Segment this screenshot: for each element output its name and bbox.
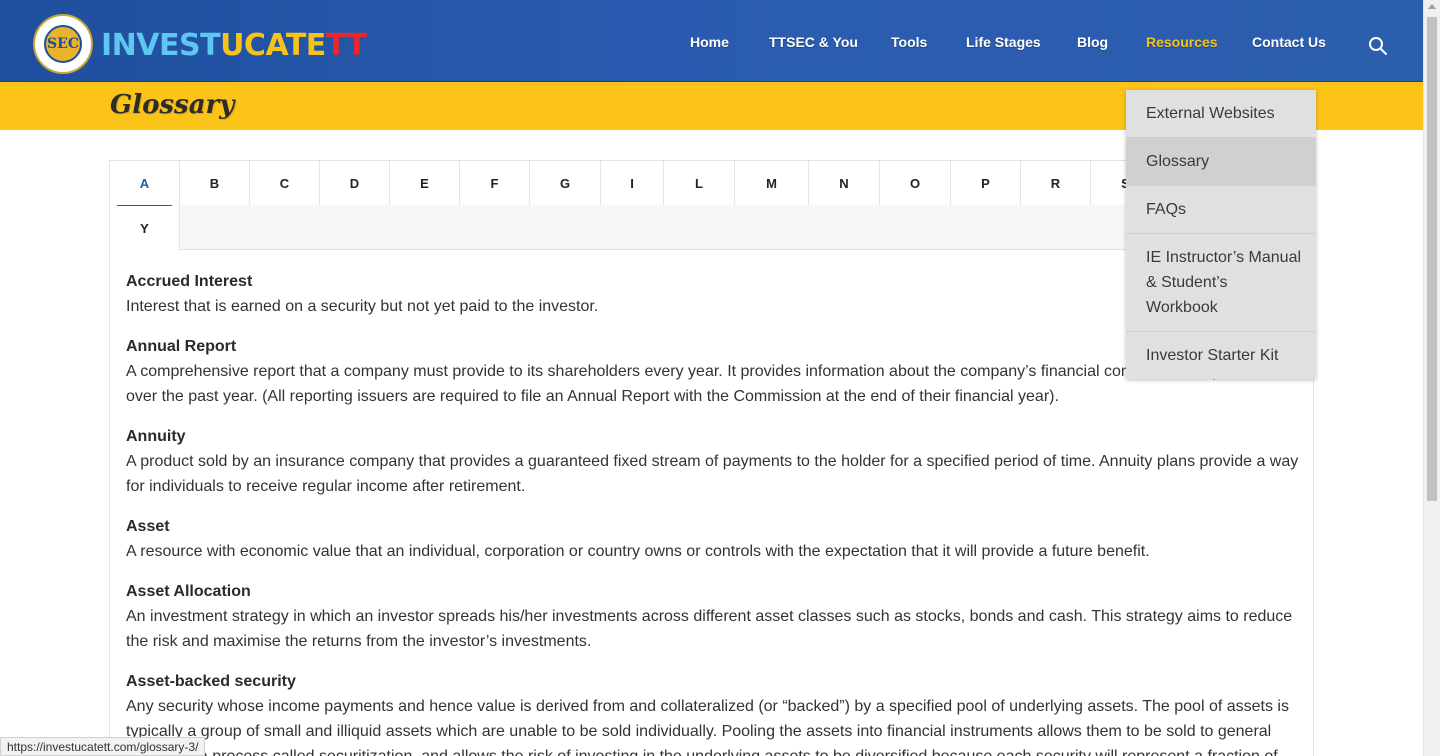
glossary-entry: Asset A resource with economic value tha… [126, 514, 1306, 564]
entry-term: Asset [126, 518, 170, 535]
tab-d[interactable]: D [320, 161, 390, 205]
tab-n[interactable]: N [809, 161, 880, 205]
entry-definition: An investment strategy in which an inves… [126, 608, 1293, 650]
entry-term: Annuity [126, 428, 186, 445]
tab-e[interactable]: E [390, 161, 460, 205]
resources-dropdown-menu: External Websites Glossary FAQs IE Instr… [1126, 90, 1316, 379]
nav-tools[interactable]: Tools [891, 34, 927, 50]
menu-item-glossary[interactable]: Glossary [1126, 138, 1316, 186]
entry-definition: A resource with economic value that an i… [126, 543, 1150, 560]
tab-o[interactable]: O [880, 161, 951, 205]
nav-resources[interactable]: Resources [1146, 34, 1218, 50]
nav-blog[interactable]: Blog [1077, 34, 1108, 50]
scroll-up-arrow-icon[interactable] [1428, 4, 1436, 9]
menu-item-faqs[interactable]: FAQs [1126, 186, 1316, 234]
search-icon[interactable] [1368, 36, 1388, 56]
nav-life-stages[interactable]: Life Stages [966, 34, 1041, 50]
menu-item-ie-instructors-manual[interactable]: IE Instructor’s Manual & Student’s Workb… [1126, 234, 1316, 332]
brand-part-3: TT [325, 28, 367, 63]
tab-r[interactable]: R [1021, 161, 1091, 205]
tab-a[interactable]: A [110, 161, 180, 206]
nav-contact-us[interactable]: Contact Us [1252, 34, 1326, 50]
glossary-entry: Annuity A product sold by an insurance c… [126, 424, 1306, 499]
nav-ttsec-and-you[interactable]: TTSEC & You [769, 34, 858, 50]
tab-b[interactable]: B [180, 161, 250, 205]
entry-definition: A product sold by an insurance company t… [126, 453, 1299, 495]
nav-home[interactable]: Home [690, 34, 729, 50]
status-bar-url: https://investucatett.com/glossary-3/ [0, 737, 206, 756]
brand-part-2: UCATE [220, 28, 326, 63]
tab-l[interactable]: L [664, 161, 735, 205]
tab-p[interactable]: P [951, 161, 1021, 205]
vertical-scrollbar[interactable] [1423, 0, 1440, 756]
menu-item-external-websites[interactable]: External Websites [1126, 90, 1316, 138]
tab-m[interactable]: M [735, 161, 809, 205]
tab-g[interactable]: G [530, 161, 601, 205]
glossary-entry: Asset-backed security Any security whose… [126, 669, 1306, 756]
tab-i[interactable]: I [601, 161, 664, 205]
scroll-thumb[interactable] [1427, 17, 1437, 501]
brand-logo-text[interactable]: INVESTUCATETT [101, 27, 367, 65]
page-title: Glossary [110, 90, 235, 120]
site-header: SEC INVESTUCATETT Home TTSEC & You Tools… [0, 0, 1423, 82]
tab-c[interactable]: C [250, 161, 320, 205]
sec-seal-logo[interactable]: SEC [33, 14, 93, 74]
entry-term: Asset Allocation [126, 583, 251, 600]
seal-center: SEC [44, 25, 82, 63]
seal-text: SEC [47, 36, 79, 52]
brand-part-1: INVEST [101, 28, 221, 63]
tab-f[interactable]: F [460, 161, 530, 205]
glossary-entry: Asset Allocation An investment strategy … [126, 579, 1306, 654]
entry-term: Asset-backed security [126, 673, 296, 690]
entry-definition: Any security whose income payments and h… [126, 698, 1289, 756]
tab-y[interactable]: Y [110, 206, 180, 250]
menu-item-investor-starter-kit[interactable]: Investor Starter Kit [1126, 332, 1316, 379]
